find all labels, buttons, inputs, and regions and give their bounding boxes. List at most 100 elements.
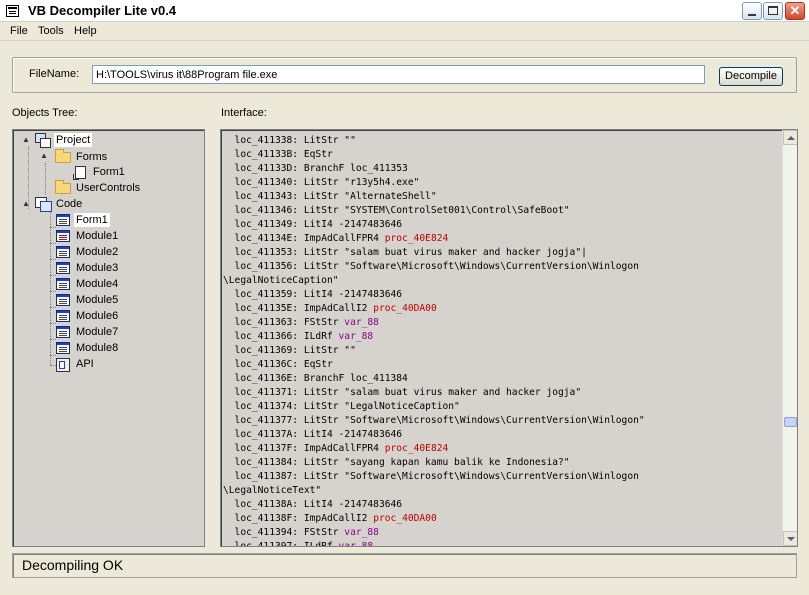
tree-node-module6[interactable]: Module6 xyxy=(56,309,120,323)
tree-node-form1[interactable]: Form1 xyxy=(73,165,127,180)
tree-node-module7[interactable]: Module7 xyxy=(56,325,120,339)
tree-node-module4[interactable]: Module4 xyxy=(56,277,120,291)
decompile-button[interactable]: Decompile xyxy=(719,67,783,86)
code-line: loc_411374: LitStr "LegalNoticeCaption" xyxy=(223,400,783,414)
code-text: loc_411363: FStStr xyxy=(223,317,345,328)
code-line: loc_411338: LitStr "" xyxy=(223,134,783,148)
vertical-scrollbar[interactable] xyxy=(782,130,797,546)
maximize-icon xyxy=(768,6,778,15)
menu-tools[interactable]: Tools xyxy=(38,25,64,37)
interface-code-view[interactable]: loc_411338: LitStr "" loc_41133B: EqStr … xyxy=(220,129,798,547)
tree-node-usercontrols[interactable]: UserControls xyxy=(55,179,142,195)
code-var-ref: var_88 xyxy=(338,331,374,342)
close-button[interactable]: ✕ xyxy=(785,2,805,20)
code-text: loc_41136C: EqStr xyxy=(223,359,333,370)
code-line: loc_411377: LitStr "Software\Microsoft\W… xyxy=(223,414,783,428)
tree-connector xyxy=(50,275,56,276)
tree-node-module3[interactable]: Module3 xyxy=(56,261,120,275)
code-text: loc_41136E: BranchF loc_411384 xyxy=(223,373,408,384)
code-proc-ref: proc_40E824 xyxy=(384,233,449,244)
code-text: loc_41133B: EqStr xyxy=(223,149,333,160)
status-bar xyxy=(12,553,797,578)
tree-node-api[interactable]: API xyxy=(56,357,96,372)
maximize-button[interactable] xyxy=(763,2,783,20)
minimize-button[interactable] xyxy=(742,2,762,20)
code-text: loc_41137A: LitI4 -2147483646 xyxy=(223,429,403,440)
tree-connector xyxy=(50,259,56,260)
expand-toggle-icon[interactable]: ▲ xyxy=(22,135,30,144)
code-line: loc_411346: LitStr "SYSTEM\ControlSet001… xyxy=(223,204,783,218)
code-var-ref: var_88 xyxy=(338,541,374,547)
code-proc-ref: proc_40DA00 xyxy=(373,513,437,524)
module-icon xyxy=(56,230,70,242)
tree-node-label: Module8 xyxy=(76,342,119,354)
code-line: loc_411340: LitStr "r13y5h4.exe" xyxy=(223,176,783,190)
objects-tree[interactable]: ▲ Project ▲ Forms Form1 UserControls ▲ C… xyxy=(12,129,205,547)
code-line: loc_411366: ILdRf var_88 xyxy=(223,330,783,344)
tree-node-module8[interactable]: Module8 xyxy=(56,341,120,355)
code-text: loc_411359: LitI4 -2147483646 xyxy=(223,289,403,300)
api-icon xyxy=(56,357,70,372)
tree-connector xyxy=(50,323,56,324)
code-line: loc_41137A: LitI4 -2147483646 xyxy=(223,428,783,442)
code-line: loc_411363: FStStr var_88 xyxy=(223,316,783,330)
code-line: loc_41136C: EqStr xyxy=(223,358,783,372)
tree-node-label: Module7 xyxy=(76,326,119,338)
tree-connector xyxy=(50,355,56,356)
code-text: loc_41138F: ImpAdCallI2 xyxy=(223,513,374,524)
tree-node-label: Form1 xyxy=(93,166,125,178)
code-text: loc_41135E: ImpAdCallI2 xyxy=(223,303,374,314)
tree-connector xyxy=(50,307,56,308)
code-line: loc_41137F: ImpAdCallFPR4 proc_40E824 xyxy=(223,442,783,456)
code-text: loc_41133D: BranchF loc_411353 xyxy=(223,163,408,174)
tree-node-module2[interactable]: Module2 xyxy=(56,245,120,259)
code-text: loc_411353: LitStr "salam buat virus mak… xyxy=(223,247,587,258)
code-line: \LegalNoticeText" xyxy=(223,484,783,498)
code-text: loc_411343: LitStr "AlternateShell" xyxy=(223,191,437,202)
status-text: Decompiling OK xyxy=(22,557,124,573)
scroll-down-icon[interactable] xyxy=(783,531,797,546)
code-text: loc_411374: LitStr "LegalNoticeCaption" xyxy=(223,401,460,412)
menu-help[interactable]: Help xyxy=(74,25,97,37)
code-line: loc_411397: ILdRf var_88 xyxy=(223,540,783,547)
tree-node-label: Module3 xyxy=(76,262,119,274)
code-line: \LegalNoticeCaption" xyxy=(223,274,783,288)
code-text: loc_41134E: ImpAdCallFPR4 xyxy=(223,233,385,244)
code-line: loc_411356: LitStr "Software\Microsoft\W… xyxy=(223,260,783,274)
expand-toggle-icon[interactable]: ▲ xyxy=(40,151,48,160)
tree-node-project[interactable]: Project xyxy=(35,133,93,148)
window-title: VB Decompiler Lite v0.4 xyxy=(28,3,177,18)
tree-node-label: Module6 xyxy=(76,310,119,322)
objects-tree-label: Objects Tree: xyxy=(12,107,78,119)
filename-input[interactable] xyxy=(92,65,705,84)
tree-node-module1[interactable]: Module1 xyxy=(56,229,120,243)
module-icon xyxy=(56,262,70,274)
expand-toggle-icon[interactable]: ▲ xyxy=(22,199,30,208)
code-line: loc_41138A: LitI4 -2147483646 xyxy=(223,498,783,512)
tree-node-label: UserControls xyxy=(76,182,141,194)
code-text: loc_411349: LitI4 -2147483646 xyxy=(223,219,403,230)
tree-node-label: Module2 xyxy=(76,246,119,258)
tree-node-code-form1[interactable]: Form1 xyxy=(56,213,110,227)
code-proc-ref: proc_40DA00 xyxy=(373,303,437,314)
folder-icon xyxy=(55,148,71,163)
code-icon xyxy=(35,197,52,212)
code-text: loc_411369: LitStr "" xyxy=(223,345,356,356)
tree-node-label: Project xyxy=(54,133,93,147)
tree-node-forms[interactable]: Forms xyxy=(55,148,109,164)
code-line: loc_411387: LitStr "Software\Microsoft\W… xyxy=(223,470,783,484)
scroll-thumb[interactable] xyxy=(784,417,797,427)
code-text: loc_411340: LitStr "r13y5h4.exe" xyxy=(223,177,420,188)
tree-node-code[interactable]: Code xyxy=(35,197,84,212)
tree-node-label: Module1 xyxy=(76,230,119,242)
code-line: loc_411359: LitI4 -2147483646 xyxy=(223,288,783,302)
scroll-up-icon[interactable] xyxy=(783,130,797,145)
code-text: loc_411346: LitStr "SYSTEM\ControlSet001… xyxy=(223,205,570,216)
title-bar[interactable]: VB Decompiler Lite v0.4 ✕ xyxy=(0,0,809,22)
code-text: loc_411397: ILdRf xyxy=(223,541,339,547)
tree-connector xyxy=(50,243,56,244)
tree-node-module5[interactable]: Module5 xyxy=(56,293,120,307)
code-line: loc_411343: LitStr "AlternateShell" xyxy=(223,190,783,204)
code-line: loc_41136E: BranchF loc_411384 xyxy=(223,372,783,386)
menu-file[interactable]: File xyxy=(10,25,28,37)
